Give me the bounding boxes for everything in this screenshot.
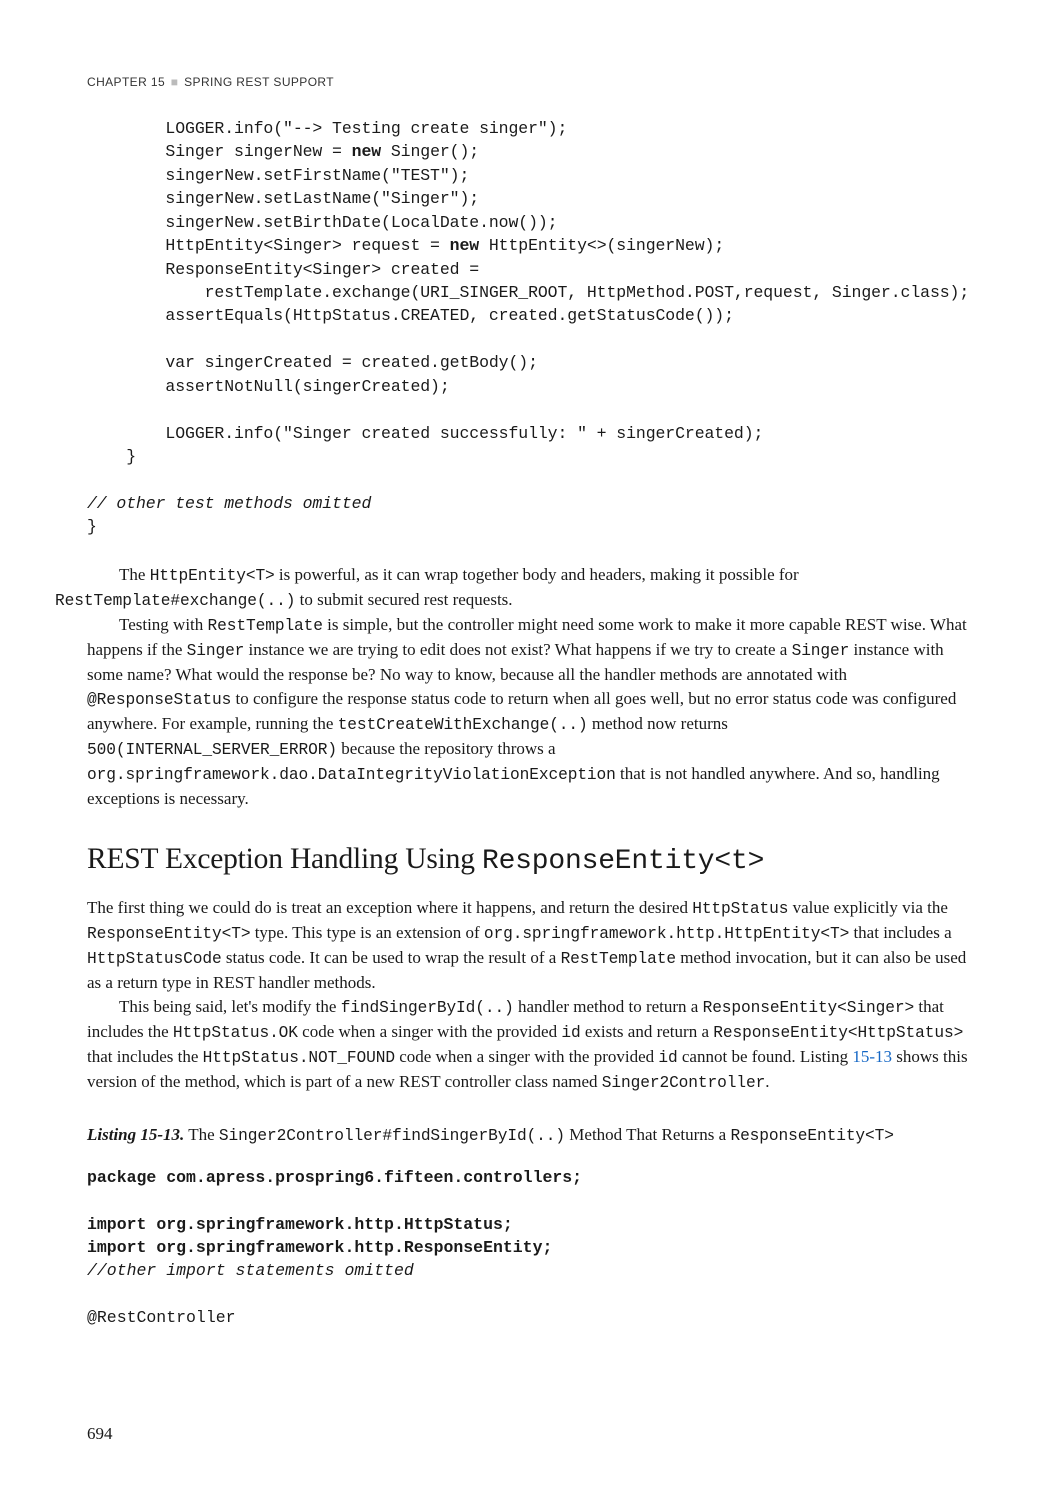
code-block-2: package com.apress.prospring6.fifteen.co… [87,1166,968,1330]
body-paragraph: Testing with RestTemplate is simple, but… [87,613,968,811]
code-block-1: LOGGER.info("--> Testing create singer")… [87,117,968,539]
listing-ref-link[interactable]: 15-13 [852,1047,892,1066]
separator-icon: ■ [171,75,179,89]
chapter-label: CHAPTER 15 [87,75,165,89]
paragraph-block-1: The HttpEntity<T> is powerful, as it can… [87,563,968,811]
page-header: CHAPTER 15 ■ SPRING REST SUPPORT [87,74,968,91]
body-paragraph: The HttpEntity<T> is powerful, as it can… [87,563,968,613]
section-heading: REST Exception Handling Using ResponseEn… [87,839,968,882]
listing-caption: Listing 15-13. The Singer2Controller#fin… [87,1123,968,1148]
page-number: 694 [87,1422,113,1446]
chapter-title: SPRING REST SUPPORT [184,75,334,89]
body-paragraph: The first thing we could do is treat an … [87,896,968,995]
body-paragraph: This being said, let's modify the findSi… [87,995,968,1095]
paragraph-block-2: The first thing we could do is treat an … [87,896,968,1095]
